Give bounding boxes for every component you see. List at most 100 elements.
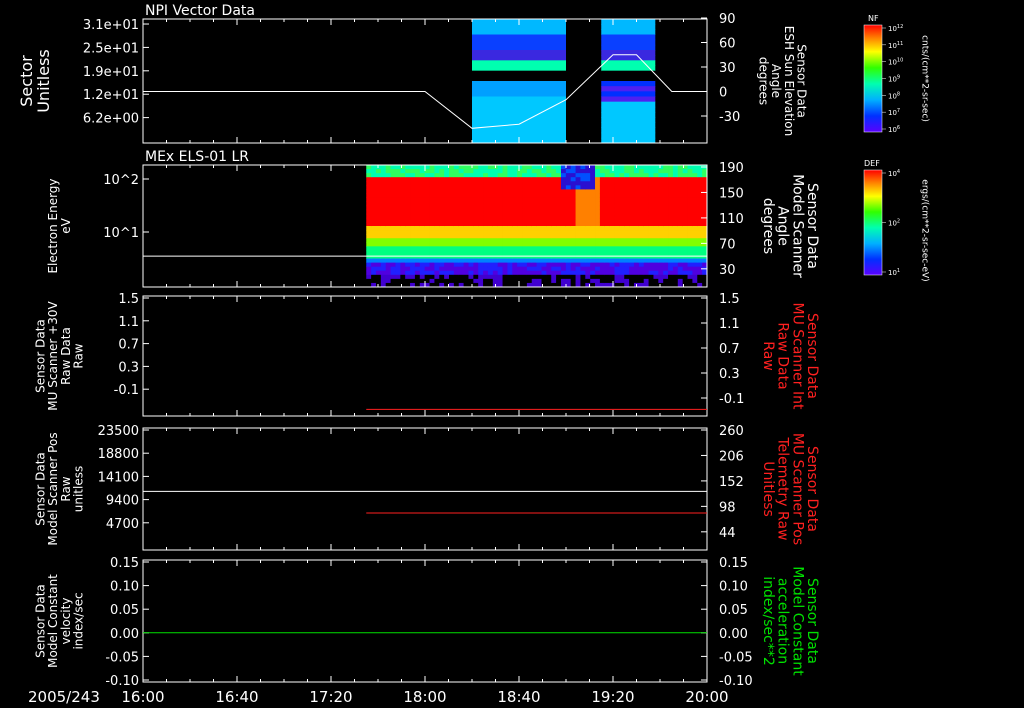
els-cell xyxy=(692,254,698,259)
els-cell xyxy=(697,173,703,178)
els-cell xyxy=(546,189,552,194)
panel-4-right-label-3: Unitless xyxy=(760,461,776,517)
els-cell xyxy=(585,221,591,227)
els-cell xyxy=(371,246,377,251)
els-cell xyxy=(546,221,552,227)
els-cell xyxy=(658,185,664,190)
left-tick-label: -0.10 xyxy=(105,674,139,689)
els-cell xyxy=(453,201,460,207)
els-cell xyxy=(672,193,679,198)
els-cell xyxy=(507,173,513,178)
els-cell xyxy=(419,169,426,174)
els-cell xyxy=(366,254,372,259)
els-cell xyxy=(531,193,538,198)
els-cell xyxy=(483,274,489,280)
els-cell xyxy=(507,201,513,207)
els-cell xyxy=(609,278,615,284)
els-cell xyxy=(478,250,484,255)
els-cell xyxy=(541,230,547,235)
els-cell xyxy=(487,238,494,243)
els-cell xyxy=(419,181,426,186)
els-cell xyxy=(366,201,372,207)
els-cell xyxy=(502,274,508,280)
els-cell xyxy=(638,278,645,284)
els-cell xyxy=(473,226,479,231)
els-cell xyxy=(458,266,465,272)
els-cell xyxy=(507,226,513,231)
date-label: 2005/243 xyxy=(28,688,100,706)
els-cell xyxy=(380,201,387,207)
els-cell xyxy=(507,262,513,268)
colorbar-tick-label: 1010 xyxy=(888,58,903,67)
els-cell xyxy=(609,185,615,190)
els-cell xyxy=(682,230,688,235)
els-cell xyxy=(565,205,572,211)
els-cell xyxy=(643,189,649,194)
els-cell xyxy=(614,185,620,190)
els-cell xyxy=(677,177,684,182)
els-cell xyxy=(536,258,542,263)
els-cell xyxy=(531,189,538,194)
els-cell xyxy=(624,230,630,235)
els-cell xyxy=(390,238,396,243)
els-cell xyxy=(502,246,508,251)
els-cell xyxy=(590,189,596,194)
els-cell xyxy=(410,209,416,215)
els-cell xyxy=(624,246,630,251)
els-cell xyxy=(687,274,693,280)
els-cell xyxy=(424,197,430,202)
els-cell xyxy=(663,266,669,272)
els-cell xyxy=(658,274,664,280)
els-cell xyxy=(375,173,382,178)
npi-cell xyxy=(601,106,656,113)
els-cell xyxy=(468,266,474,272)
els-cell xyxy=(468,185,474,190)
els-cell xyxy=(658,254,664,259)
els-cell xyxy=(487,205,494,211)
els-cell xyxy=(390,177,396,182)
els-cell xyxy=(444,258,450,263)
els-cell xyxy=(585,242,591,247)
els-cell xyxy=(609,169,615,174)
els-cell xyxy=(434,246,440,251)
els-cell xyxy=(590,266,596,272)
els-cell xyxy=(570,201,576,207)
els-cell xyxy=(400,185,406,190)
right-tick-label: 0.15 xyxy=(719,556,748,571)
panel-4-frame xyxy=(142,427,708,551)
els-cell xyxy=(638,181,645,186)
right-tick-label: 110 xyxy=(719,212,744,227)
els-cell xyxy=(692,234,698,239)
els-cell xyxy=(580,217,586,223)
els-cell xyxy=(483,242,489,247)
npi-cell xyxy=(601,96,656,103)
els-cell xyxy=(522,213,528,219)
els-cell xyxy=(560,266,567,272)
els-cell xyxy=(575,201,581,207)
els-cell xyxy=(546,270,552,276)
els-cell xyxy=(580,274,586,280)
els-cell xyxy=(648,274,654,280)
els-cell xyxy=(385,173,391,178)
els-cell xyxy=(414,246,421,251)
els-cell xyxy=(502,189,508,194)
left-tick-label: 14100 xyxy=(98,470,139,485)
els-cell xyxy=(556,205,562,211)
els-cell xyxy=(614,177,620,182)
els-cell xyxy=(439,230,445,235)
els-cell xyxy=(458,205,465,211)
els-cell xyxy=(439,266,445,272)
els-cell xyxy=(483,254,489,259)
els-cell xyxy=(697,205,703,211)
els-cell xyxy=(419,246,426,251)
els-cell xyxy=(614,217,620,223)
els-cell xyxy=(604,242,611,247)
els-cell xyxy=(366,262,372,268)
els-cell xyxy=(663,234,669,239)
els-cell xyxy=(405,209,411,215)
els-cell xyxy=(424,173,430,178)
els-cell xyxy=(653,246,659,251)
els-cell xyxy=(609,189,615,194)
els-cell xyxy=(424,242,430,247)
els-cell xyxy=(629,234,635,239)
